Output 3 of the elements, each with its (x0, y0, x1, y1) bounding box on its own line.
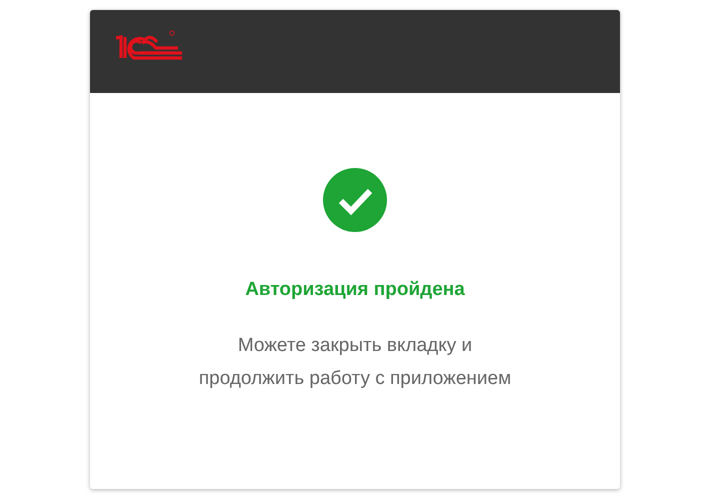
message-line: Можете закрыть вкладку и (236, 334, 474, 358)
status-title: Авторизация пройдена (245, 278, 465, 302)
message-line: продолжить работу с приложением (198, 366, 512, 390)
